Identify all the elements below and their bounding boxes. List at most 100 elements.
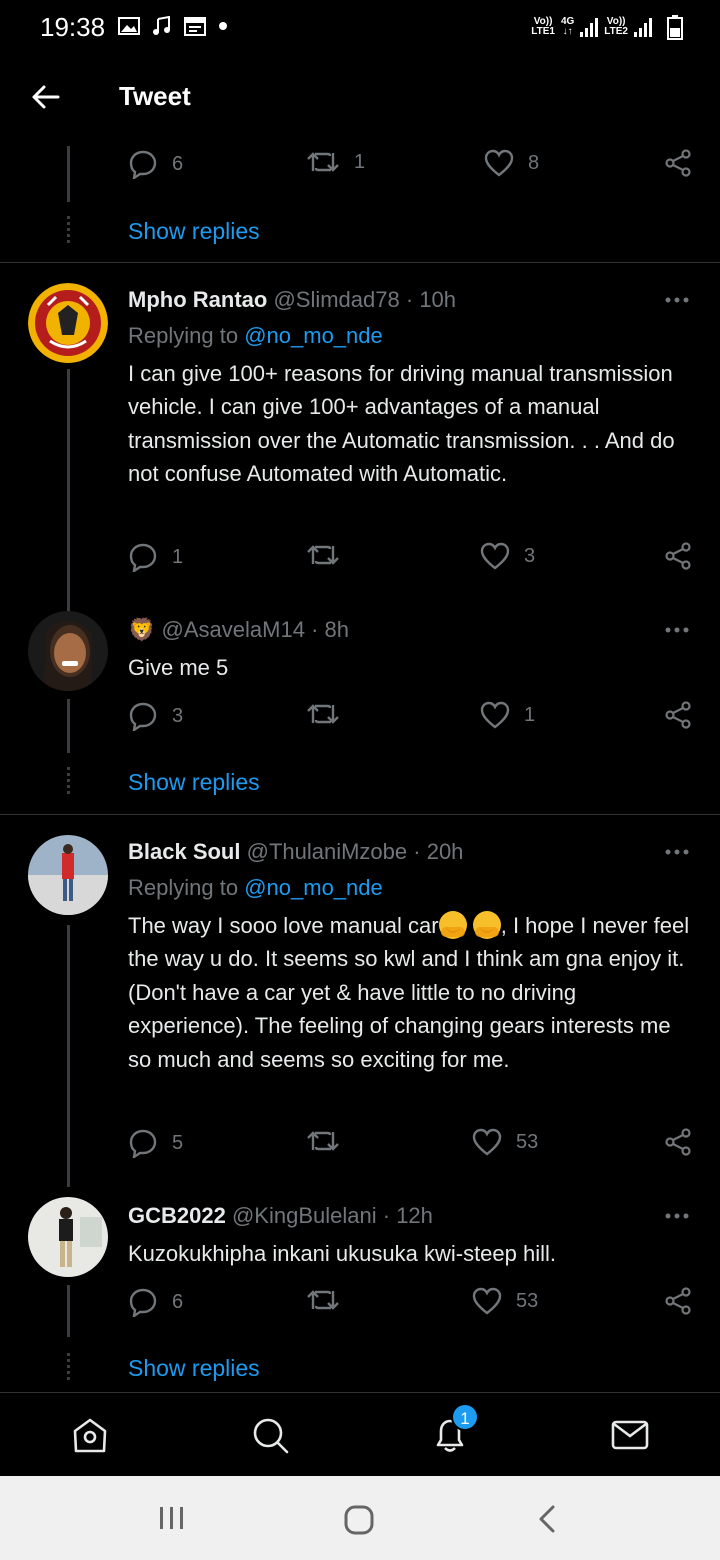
tweet-actions: 6 1 8 [0, 149, 720, 183]
display-name[interactable]: GCB2022 [128, 1203, 226, 1228]
sim2-indicator: Vo)) LTE2 [604, 17, 628, 37]
reply-button[interactable]: 6 [128, 149, 183, 179]
retweet-button[interactable] [306, 1128, 354, 1154]
retweet-button[interactable]: 1 [306, 149, 365, 175]
battery-icon [667, 15, 683, 40]
more-options-icon[interactable] [664, 296, 690, 304]
tweet-asavelam14[interactable]: 🦁 @AsavelaM14 · 8h Give me 5 3 1 Show re… [0, 603, 720, 813]
replying-prefix: Replying to [128, 875, 239, 900]
thread-dots [67, 216, 70, 246]
handle[interactable]: @AsavelaM14 [162, 617, 305, 642]
notification-badge: 1 [451, 1403, 479, 1431]
profile-photo-icon [28, 1197, 108, 1277]
handle[interactable]: @Slimdad78 [273, 287, 399, 312]
hugging-face-emoji-icon [472, 911, 501, 939]
like-button[interactable]: 53 [472, 1128, 538, 1156]
home-icon[interactable] [70, 1415, 110, 1455]
mention-link[interactable]: @no_mo_nde [244, 875, 383, 900]
system-back-icon[interactable] [536, 1504, 558, 1534]
heart-icon [472, 1128, 502, 1156]
reply-icon [129, 702, 157, 731]
share-icon [665, 1287, 691, 1315]
status-notification-icons [118, 16, 228, 36]
signal-icon [580, 17, 599, 37]
reply-button[interactable]: 6 [128, 1287, 183, 1317]
display-name[interactable]: Mpho Rantao [128, 287, 267, 312]
retweet-button[interactable] [306, 542, 354, 568]
more-options-icon[interactable] [664, 1212, 690, 1220]
messages-icon[interactable] [610, 1415, 650, 1455]
share-button[interactable] [664, 701, 692, 729]
status-bar: 19:38 Vo)) LTE1 4G ↓↑ Vo)) LTE2 [0, 0, 720, 56]
thread-dots [67, 1353, 70, 1383]
mention-link[interactable]: @no_mo_nde [244, 323, 383, 348]
like-count: 8 [528, 151, 540, 174]
share-button[interactable] [664, 1287, 692, 1315]
reply-icon [129, 543, 157, 572]
reply-icon [129, 1288, 157, 1317]
reply-button[interactable]: 1 [128, 542, 183, 572]
timestamp: · 10h [405, 287, 457, 312]
reply-button[interactable]: 3 [128, 701, 183, 731]
retweet-button[interactable] [306, 701, 354, 727]
status-right-icons: Vo)) LTE1 4G ↓↑ Vo)) LTE2 [531, 14, 684, 40]
handle[interactable]: @ThulaniMzobe [247, 839, 408, 864]
share-icon [665, 701, 691, 729]
share-button[interactable] [664, 149, 692, 177]
display-name[interactable]: Black Soul [128, 839, 240, 864]
profile-photo-icon [28, 611, 108, 691]
timestamp: · 8h [311, 617, 349, 642]
reply-button[interactable]: 5 [128, 1128, 183, 1158]
reply-icon [129, 150, 157, 179]
thread-line [67, 369, 70, 613]
share-button[interactable] [664, 1128, 692, 1156]
home-button-icon[interactable] [343, 1504, 375, 1536]
avatar[interactable] [28, 283, 108, 363]
system-navigation-bar [0, 1476, 720, 1560]
handle[interactable]: @KingBulelani [232, 1203, 377, 1228]
heart-icon [484, 149, 514, 177]
like-button[interactable]: 1 [480, 701, 535, 729]
tweet-text: The way I sooo love manual car , I hope … [128, 909, 698, 1076]
heart-icon [480, 542, 510, 570]
display-name-emoji[interactable]: 🦁 [128, 617, 155, 642]
tweet-feed[interactable]: 6 1 8 Show replies Mpho Rantao @Slimdad7… [0, 136, 720, 1392]
reply-count: 5 [172, 1131, 184, 1154]
like-count: 3 [524, 544, 536, 567]
sim1-indicator: Vo)) LTE1 [531, 17, 555, 37]
show-replies-link[interactable]: Show replies [128, 1355, 260, 1382]
more-options-icon[interactable] [664, 848, 690, 856]
like-button[interactable]: 8 [484, 149, 539, 177]
network-type: 4G ↓↑ [561, 17, 574, 37]
share-icon [665, 1128, 691, 1156]
tweet-mpho-rantao[interactable]: Mpho Rantao @Slimdad78 · 10h Replying to… [0, 263, 720, 613]
tweet-gcb2022[interactable]: GCB2022 @KingBulelani · 12h Kuzokukhipha… [0, 1195, 720, 1392]
sim1-label: LTE1 [531, 26, 555, 37]
signal-icon-2 [634, 17, 652, 37]
tweet-text: Give me 5 [128, 655, 229, 680]
avatar[interactable] [28, 611, 108, 691]
back-arrow-icon[interactable] [28, 80, 62, 114]
status-time: 19:38 [40, 12, 106, 42]
show-replies-link[interactable]: Show replies [128, 769, 260, 796]
thread-dots [67, 767, 70, 797]
show-replies-link[interactable]: Show replies [128, 218, 260, 245]
heart-icon [480, 701, 510, 729]
more-options-icon[interactable] [664, 626, 690, 634]
search-icon[interactable] [250, 1415, 290, 1455]
tweet-black-soul[interactable]: Black Soul @ThulaniMzobe · 20h Replying … [0, 815, 720, 1195]
recent-apps-icon[interactable] [157, 1504, 187, 1532]
sim2-label: LTE2 [604, 26, 628, 37]
retweet-button[interactable] [306, 1287, 354, 1313]
share-icon [665, 149, 691, 177]
heart-icon [472, 1287, 502, 1315]
share-button[interactable] [664, 542, 692, 570]
replying-to: Replying to @no_mo_nde [128, 875, 383, 901]
avatar[interactable] [28, 835, 108, 915]
tweet-meta: Black Soul @ThulaniMzobe · 20h [128, 839, 463, 865]
tweet-actions: 1 3 [0, 542, 720, 576]
like-button[interactable]: 53 [472, 1287, 538, 1315]
tweet-actions: 6 53 [0, 1287, 720, 1321]
avatar[interactable] [28, 1197, 108, 1277]
like-button[interactable]: 3 [480, 542, 535, 570]
